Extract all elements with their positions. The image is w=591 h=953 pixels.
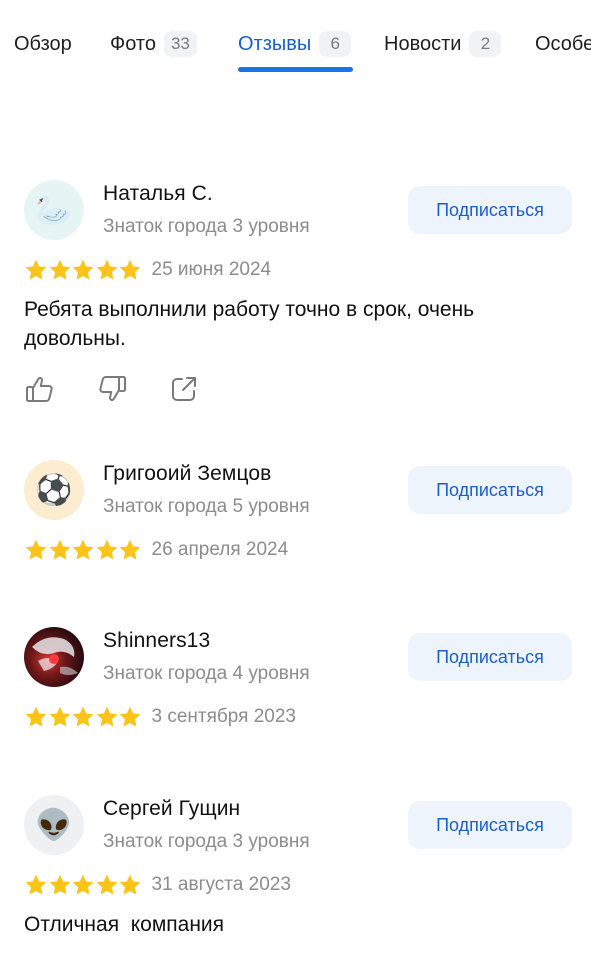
anime-avatar-icon	[32, 637, 78, 675]
tab-overview[interactable]: Обзор	[14, 22, 72, 66]
subscribe-button[interactable]: Подписаться	[408, 186, 572, 234]
star-icon	[118, 258, 142, 282]
star-icon	[48, 873, 72, 897]
tab-label: Обзор	[14, 32, 72, 55]
star-icon	[24, 705, 48, 729]
star-rating	[24, 873, 142, 897]
avatar[interactable]: 🦢	[24, 180, 84, 240]
thumbs-down-icon[interactable]	[96, 373, 128, 405]
tab-count-badge: 33	[163, 31, 197, 57]
author-level: Знаток города 3 уровня	[103, 216, 310, 237]
star-icon	[48, 538, 72, 562]
review-card: ⚽ Григоoий Земцов Знаток города 5 уровня…	[24, 460, 572, 570]
star-icon	[95, 705, 119, 729]
avatar[interactable]	[24, 627, 84, 687]
tab-bar: Обзор Фото 33 Отзывы 6 Новости 2 Особе	[14, 22, 591, 72]
review-actions	[24, 373, 240, 405]
star-icon	[118, 538, 142, 562]
author-name[interactable]: Сергей Гущин	[103, 797, 240, 821]
subscribe-button[interactable]: Подписаться	[408, 801, 572, 849]
rating-row: 31 августа 2023	[24, 873, 291, 897]
star-icon	[71, 538, 95, 562]
star-icon	[71, 258, 95, 282]
review-card: 👽 Сергей Гущин Знаток города 3 уровня По…	[24, 795, 572, 953]
tab-label: Особе	[535, 32, 591, 55]
author-name[interactable]: Shinners13	[103, 629, 210, 653]
star-icon	[95, 538, 119, 562]
review-card: 🦢 Наталья С. Знаток города 3 уровня Подп…	[24, 180, 572, 410]
tab-count-badge: 6	[319, 31, 352, 57]
star-icon	[71, 873, 95, 897]
avatar[interactable]: 👽	[24, 795, 84, 855]
star-icon	[24, 873, 48, 897]
author-level: Знаток города 5 уровня	[103, 496, 310, 517]
review-text: Ребята выполнили работу точно в срок, оч…	[24, 298, 475, 350]
author-level: Знаток города 3 уровня	[103, 831, 310, 852]
avatar[interactable]: ⚽	[24, 460, 84, 520]
goose-icon: 🦢	[35, 193, 73, 227]
tab-news[interactable]: Новости 2	[384, 22, 502, 66]
share-icon[interactable]	[168, 373, 200, 405]
rating-row: 25 июня 2024	[24, 258, 271, 282]
tab-photo[interactable]: Фото 33	[110, 22, 197, 66]
tab-features[interactable]: Особе	[535, 22, 591, 66]
review-date: 26 апреля 2024	[151, 539, 289, 560]
review-date: 25 июня 2024	[151, 259, 272, 280]
tab-count-badge: 2	[469, 31, 502, 57]
review-date: 31 августа 2023	[151, 874, 291, 895]
star-icon	[71, 705, 95, 729]
star-icon	[48, 705, 72, 729]
tab-label: Фото	[110, 32, 156, 55]
rating-row: 26 апреля 2024	[24, 538, 288, 562]
active-tab-indicator	[238, 67, 353, 72]
star-icon	[118, 873, 142, 897]
alien-icon: 👽	[35, 808, 73, 842]
review-text: Отличная компания	[24, 913, 225, 936]
tab-reviews[interactable]: Отзывы 6	[238, 22, 352, 66]
review-date: 3 сентября 2023	[151, 706, 296, 727]
author-level: Знаток города 4 уровня	[103, 663, 310, 684]
star-icon	[95, 258, 119, 282]
star-rating	[24, 538, 142, 562]
author-name[interactable]: Григоoий Земцов	[103, 462, 271, 486]
subscribe-button[interactable]: Подписаться	[408, 466, 572, 514]
soccer-ball-icon: ⚽	[35, 473, 73, 507]
star-rating	[24, 705, 142, 729]
author-name[interactable]: Наталья С.	[103, 182, 213, 206]
star-icon	[48, 258, 72, 282]
reviews-page: Обзор Фото 33 Отзывы 6 Новости 2 Особе 🦢…	[0, 0, 591, 953]
rating-row: 3 сентября 2023	[24, 705, 296, 729]
tab-label: Новости	[384, 32, 462, 55]
star-icon	[24, 258, 48, 282]
star-rating	[24, 258, 142, 282]
thumbs-up-icon[interactable]	[24, 373, 56, 405]
star-icon	[24, 538, 48, 562]
subscribe-button[interactable]: Подписаться	[408, 633, 572, 681]
review-card: Shinners13 Знаток города 4 уровня Подпис…	[24, 627, 572, 737]
star-icon	[118, 705, 142, 729]
star-icon	[95, 873, 119, 897]
tab-label: Отзывы	[238, 32, 312, 55]
